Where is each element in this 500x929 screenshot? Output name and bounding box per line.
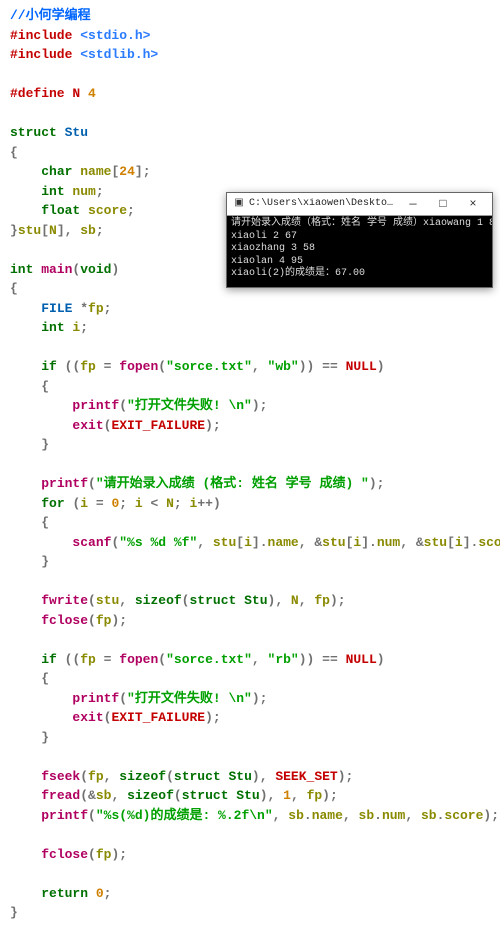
fn-fclose: fclose <box>41 613 88 628</box>
macro-val: 4 <box>88 86 96 101</box>
type-name: Stu <box>57 125 88 140</box>
minimize-button[interactable]: — <box>398 193 428 215</box>
macro-include: #include <box>10 28 80 43</box>
kw-return: return <box>41 886 88 901</box>
kw-struct: struct <box>10 125 57 140</box>
kw-char: char <box>41 164 72 179</box>
macro-arg: <stdlib.h> <box>80 47 158 62</box>
code-block: //小何学编程 #include <stdio.h> #include <std… <box>10 6 490 923</box>
fn-printf: printf <box>72 398 119 413</box>
macro-name: N <box>72 86 88 101</box>
close-button[interactable]: × <box>458 193 488 215</box>
kw-int: int <box>10 262 33 277</box>
console-line: xiaoli 2 67 <box>231 231 297 242</box>
fn-fwrite: fwrite <box>41 593 88 608</box>
console-window[interactable]: ▣ C:\Users\xiaowen\Desktop\myworkspce\ST… <box>226 192 493 288</box>
field: score <box>80 203 127 218</box>
kw-float: float <box>41 203 80 218</box>
fn-fread: fread <box>41 788 80 803</box>
console-line: xiaoli(2)的成绩是：67.00 <box>231 268 365 279</box>
fn-exit: exit <box>72 418 103 433</box>
type-file: FILE <box>41 301 80 316</box>
console-title: C:\Users\xiaowen\Desktop\myworkspce\STRU… <box>249 198 398 211</box>
macro-include: #include <box>10 47 80 62</box>
field: name <box>72 164 111 179</box>
kw-for: for <box>41 496 64 511</box>
fn-fopen: fopen <box>119 359 158 374</box>
kw-if: if <box>41 359 57 374</box>
fn-fseek: fseek <box>41 769 80 784</box>
console-titlebar[interactable]: ▣ C:\Users\xiaowen\Desktop\myworkspce\ST… <box>227 193 492 216</box>
cmd-icon: ▣ <box>233 198 245 210</box>
kw-if: if <box>41 652 57 667</box>
macro-arg: <stdio.h> <box>80 28 150 43</box>
brace: { <box>10 145 18 160</box>
console-output: 请开始录入成绩（格式：姓名 学号 成绩）xiaowang 1 89 xiaoli… <box>227 216 492 287</box>
console-line: xiaozhang 3 58 <box>231 243 315 254</box>
field: num <box>65 184 96 199</box>
code-comment: //小何学编程 <box>10 8 91 23</box>
console-line: xiaolan 4 95 <box>231 256 303 267</box>
fn-main: main <box>33 262 72 277</box>
fn-printf: printf <box>41 476 88 491</box>
console-line: 请开始录入成绩（格式：姓名 学号 成绩）xiaowang 1 89 <box>231 218 492 229</box>
kw-int: int <box>41 184 64 199</box>
maximize-button[interactable]: □ <box>428 193 458 215</box>
fn-scanf: scanf <box>72 535 111 550</box>
macro-define: #define <box>10 86 72 101</box>
